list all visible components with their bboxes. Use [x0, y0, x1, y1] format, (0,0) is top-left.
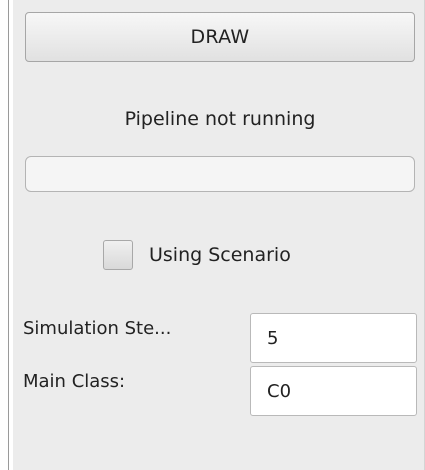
using-scenario-row[interactable]: Using Scenario: [103, 236, 291, 274]
pipeline-progress-bar: [25, 156, 415, 192]
pipeline-status-text: Pipeline not running: [124, 108, 316, 130]
control-panel: DRAW Pipeline not running Using Scenario…: [13, 0, 425, 470]
simulation-steps-label: Simulation Ste...: [23, 318, 172, 339]
using-scenario-label: Using Scenario: [149, 244, 291, 266]
main-class-label: Main Class:: [23, 371, 126, 392]
window-left-border: [8, 0, 9, 470]
simulation-steps-field[interactable]: 5: [250, 313, 417, 363]
using-scenario-checkbox[interactable]: [103, 240, 133, 270]
main-class-field[interactable]: C0: [250, 366, 417, 416]
draw-button[interactable]: DRAW: [25, 12, 415, 62]
